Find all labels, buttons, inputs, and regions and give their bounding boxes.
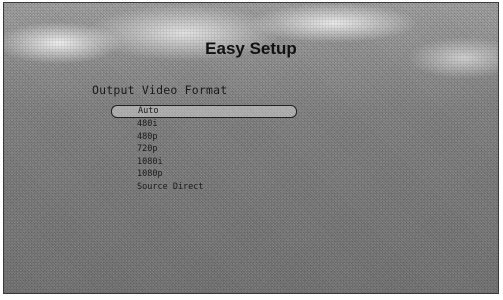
video-format-options: Auto 480i 480p 720p 1080i 1080p Source D…	[111, 105, 297, 193]
page-title: Easy Setup	[205, 39, 297, 58]
option-1080i[interactable]: 1080i	[111, 156, 297, 169]
option-1080p[interactable]: 1080p	[111, 168, 297, 181]
option-auto[interactable]: Auto	[111, 105, 297, 118]
option-480i[interactable]: 480i	[111, 118, 297, 131]
option-source-direct[interactable]: Source Direct	[111, 181, 297, 194]
setup-screen: Easy Setup Output Video Format Auto 480i…	[3, 2, 499, 294]
option-480p[interactable]: 480p	[111, 131, 297, 144]
option-720p[interactable]: 720p	[111, 143, 297, 156]
section-label: Output Video Format	[92, 83, 228, 97]
